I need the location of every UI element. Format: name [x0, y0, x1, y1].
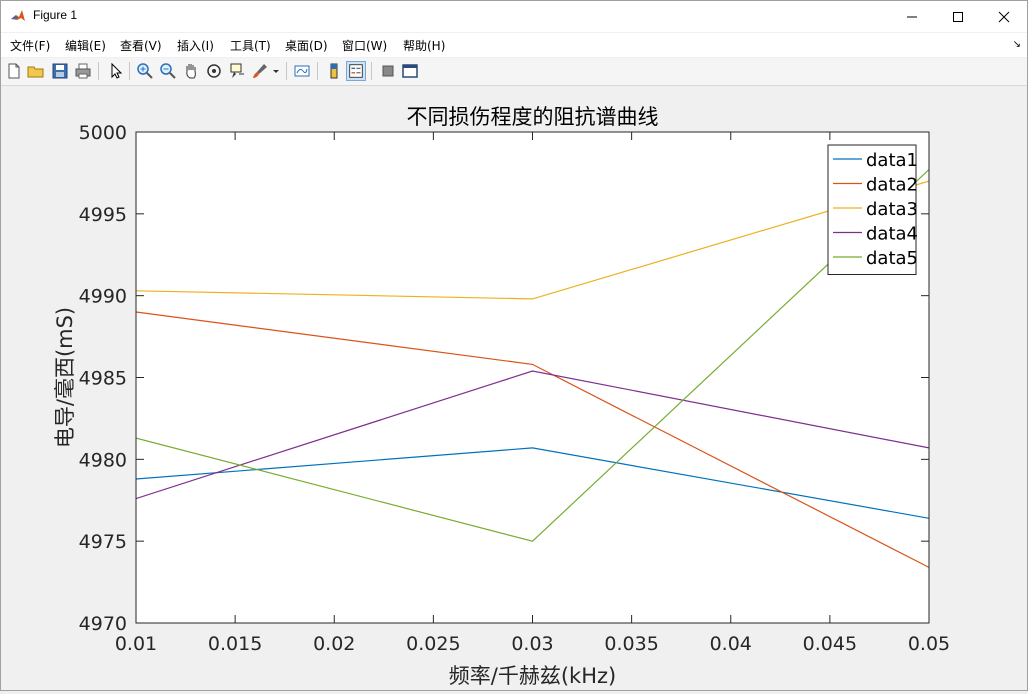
menu-view[interactable]: 查看(V): [120, 37, 162, 54]
x-tick-label: 0.04: [710, 633, 752, 655]
maximize-icon: [953, 11, 963, 22]
window-title: Figure 1: [33, 8, 78, 22]
y-tick-label: 5000: [79, 122, 127, 144]
menu-help[interactable]: 帮助(H): [403, 37, 445, 54]
hide-plot-tools-icon[interactable]: [378, 61, 398, 81]
legend-icon[interactable]: [346, 61, 366, 81]
y-tick-label: 4985: [79, 368, 127, 390]
toolbar: [1, 58, 1027, 86]
x-tick-label: 0.01: [115, 633, 157, 655]
close-button[interactable]: [981, 1, 1027, 32]
x-tick-label: 0.015: [208, 633, 262, 655]
x-axis-label: 频率/千赫兹(kHz): [449, 664, 616, 688]
x-tick-label: 0.05: [908, 633, 950, 655]
colorbar-icon[interactable]: [324, 61, 344, 81]
print-icon[interactable]: [73, 61, 93, 81]
show-plot-tools-icon[interactable]: [400, 61, 420, 81]
toolbar-separator: [129, 62, 130, 80]
toolbar-separator: [286, 62, 287, 80]
x-tick-label: 0.025: [406, 633, 460, 655]
menu-bar: 文件(F) 编辑(E) 查看(V) 插入(I) 工具(T) 桌面(D) 窗口(W…: [1, 33, 1027, 57]
brush-icon[interactable]: [250, 61, 270, 81]
line-chart[interactable]: 0.01 0.015 0.02 0.025 0.03 0.035 0.04 0.045 0.05…: [2, 87, 1027, 690]
zoom-in-icon[interactable]: [135, 61, 155, 81]
x-tick-label: 0.03: [511, 633, 553, 655]
pan-icon[interactable]: [181, 61, 201, 81]
title-bar[interactable]: Figure 1: [1, 1, 1027, 32]
rotate-3d-icon[interactable]: [204, 61, 224, 81]
matlab-logo-icon: [10, 8, 26, 24]
y-axis-label: 电导/毫西(mS): [53, 307, 77, 448]
zoom-out-icon[interactable]: [158, 61, 178, 81]
minimize-button[interactable]: [889, 1, 935, 32]
chart-title: 不同损伤程度的阻抗谱曲线: [407, 105, 659, 129]
close-icon: [998, 11, 1010, 22]
menu-tools[interactable]: 工具(T): [230, 37, 271, 54]
plot-area: [136, 132, 929, 623]
data-cursor-icon[interactable]: [227, 61, 247, 81]
legend-label-data5: data5: [866, 248, 918, 269]
menu-file[interactable]: 文件(F): [10, 37, 50, 54]
pointer-icon[interactable]: [105, 61, 125, 81]
menu-desktop[interactable]: 桌面(D): [285, 37, 328, 54]
save-icon[interactable]: [50, 61, 70, 81]
y-tick-label: 4995: [79, 204, 127, 226]
brush-dropdown-icon[interactable]: [271, 61, 281, 81]
figure-canvas: 0.01 0.015 0.02 0.025 0.03 0.035 0.04 0.045 0.05…: [2, 87, 1027, 690]
figure-window: Figure 1 文件(F) 编辑(E) 查看(V) 插入(I) 工具(T) 桌…: [0, 0, 1028, 691]
open-file-icon[interactable]: [26, 61, 46, 81]
legend-label-data4: data4: [866, 224, 918, 245]
toolbar-separator: [371, 62, 372, 80]
x-tick-label: 0.045: [803, 633, 857, 655]
link-plot-icon[interactable]: [292, 61, 312, 81]
y-tick-label: 4975: [79, 531, 127, 553]
y-tick-label: 4970: [79, 613, 127, 635]
toolbar-separator: [317, 62, 318, 80]
toolbar-collapse-icon[interactable]: ↘: [1013, 39, 1021, 50]
toolbar-separator: [98, 62, 99, 80]
new-figure-icon[interactable]: [4, 61, 24, 81]
minimize-icon: [907, 16, 917, 17]
menu-window[interactable]: 窗口(W): [342, 37, 387, 54]
legend-label-data3: data3: [866, 199, 918, 220]
menu-insert[interactable]: 插入(I): [177, 37, 214, 54]
maximize-button[interactable]: [935, 1, 981, 32]
y-tick-label: 4980: [79, 449, 127, 471]
x-tick-label: 0.035: [604, 633, 658, 655]
x-tick-label: 0.02: [313, 633, 355, 655]
legend-label-data2: data2: [866, 175, 918, 196]
legend-label-data1: data1: [866, 150, 918, 171]
y-tick-label: 4990: [79, 286, 127, 308]
menu-edit[interactable]: 编辑(E): [65, 37, 106, 54]
